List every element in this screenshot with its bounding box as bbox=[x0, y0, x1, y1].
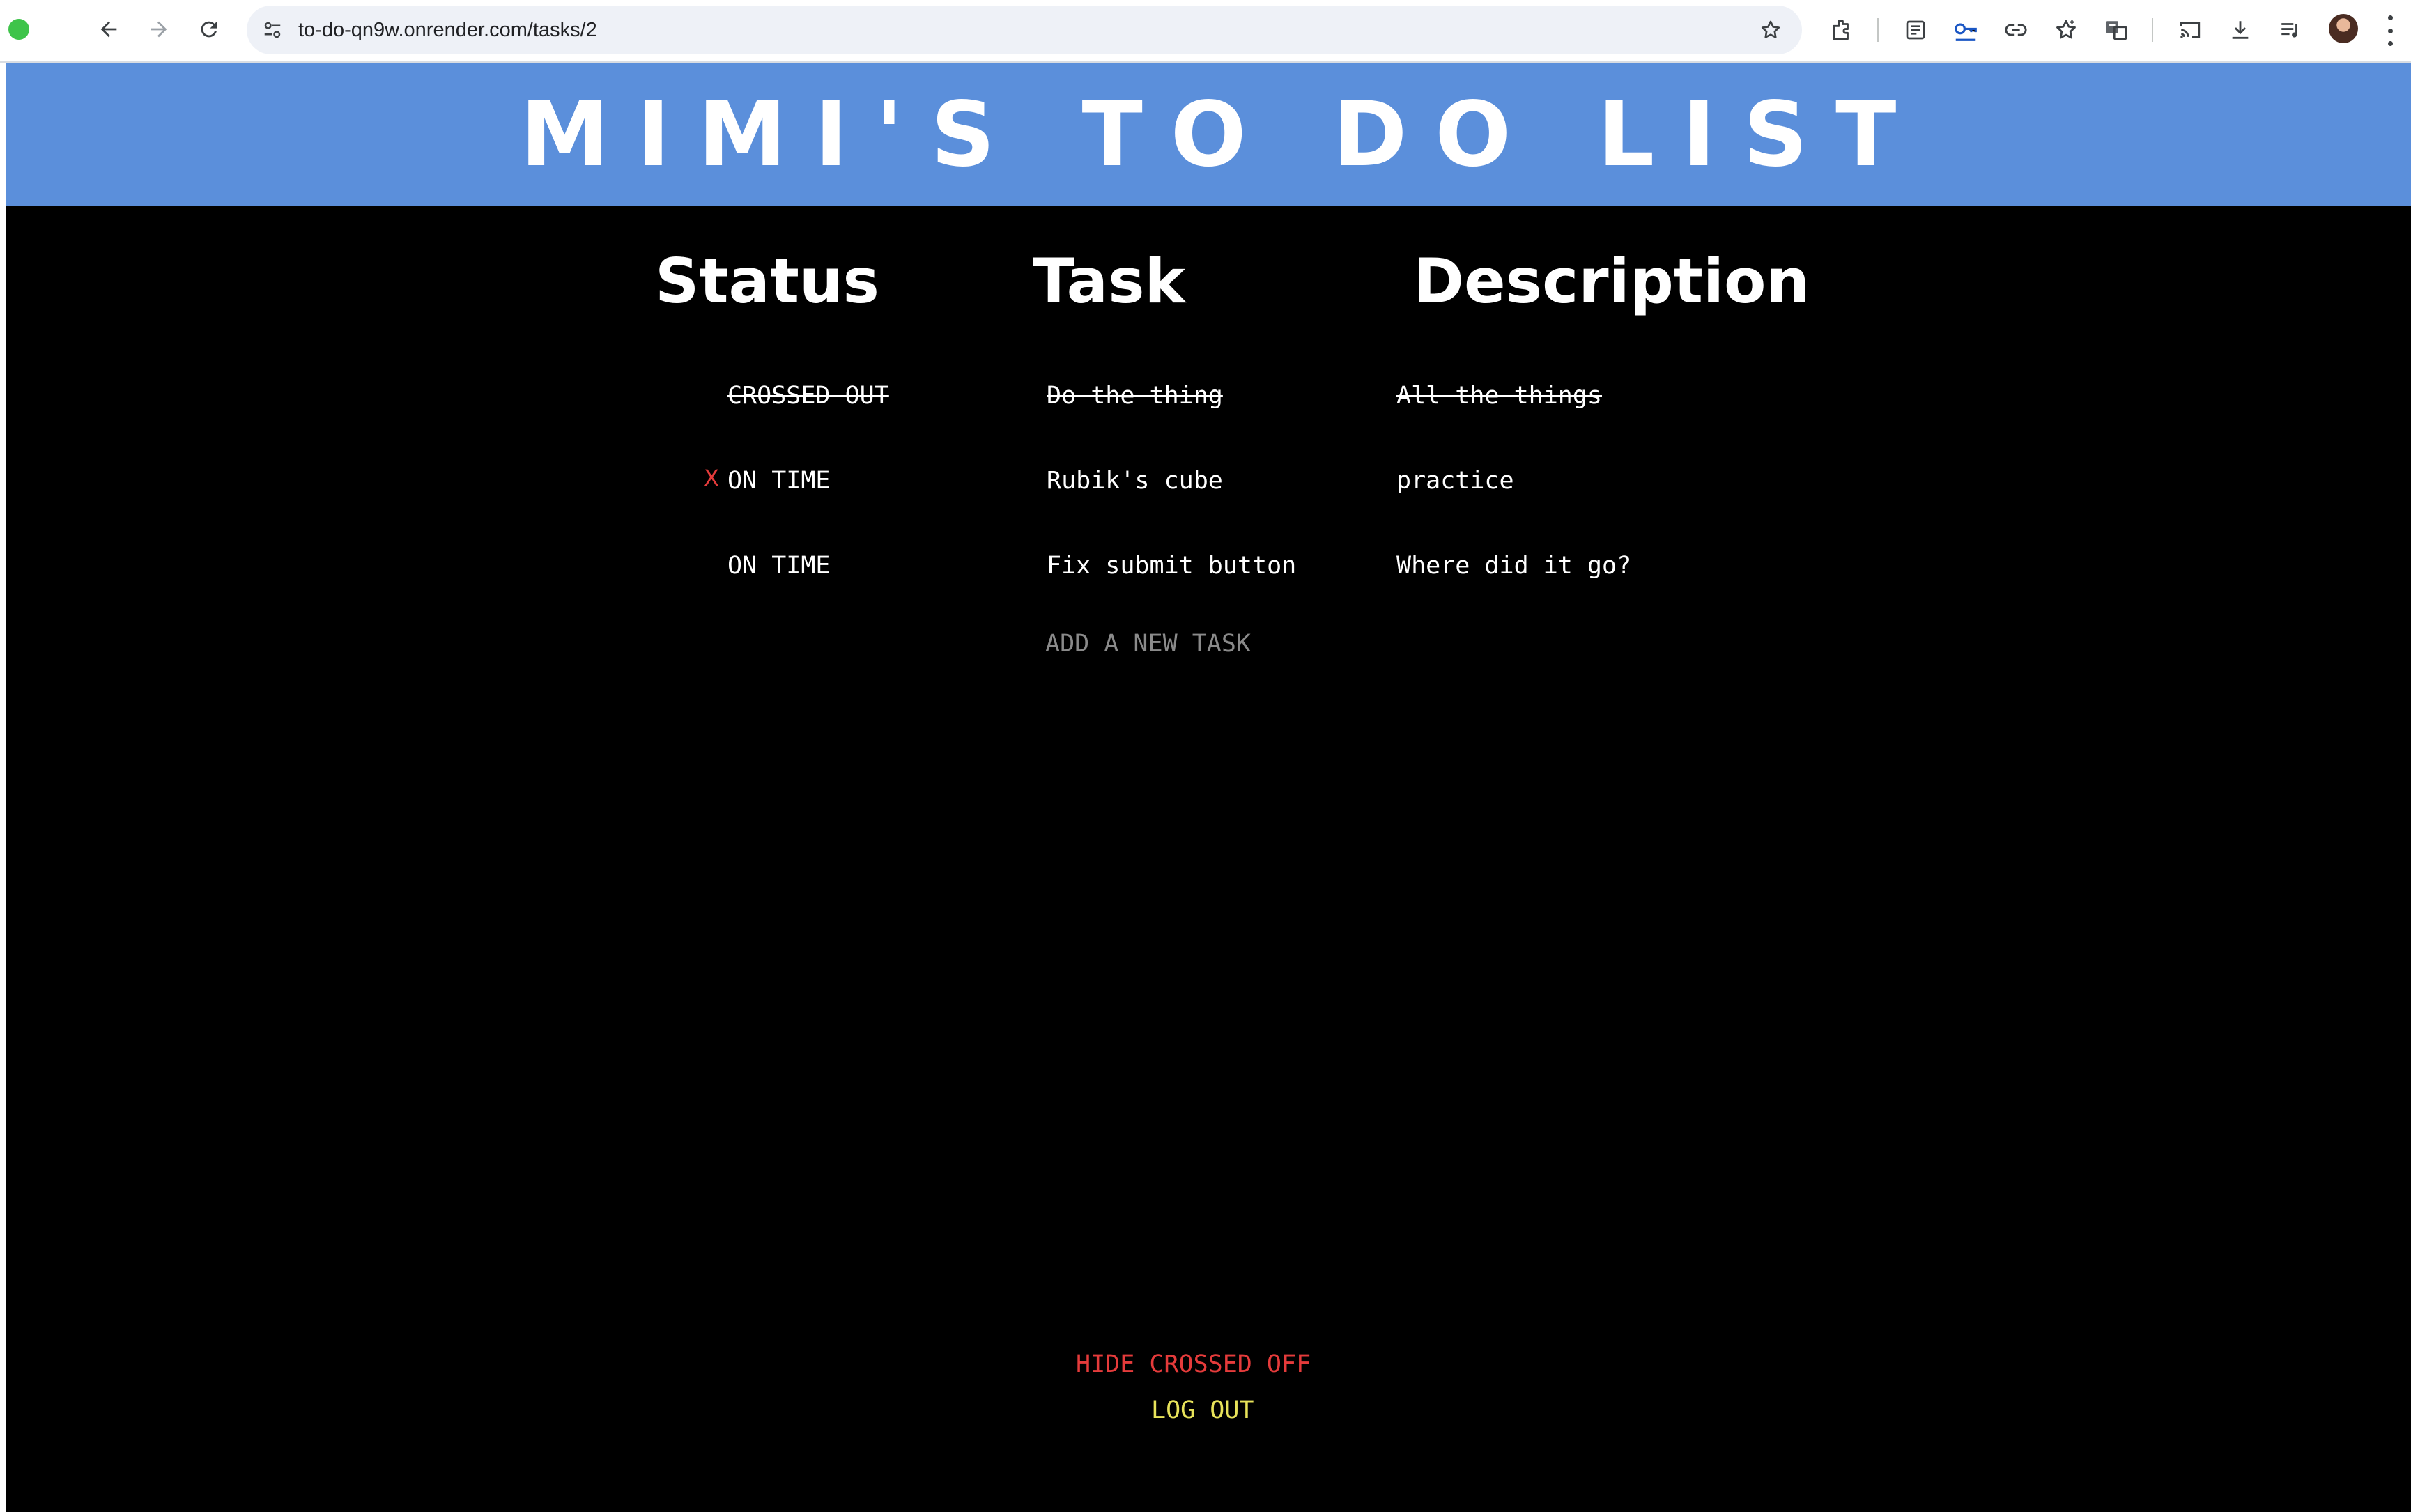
link-icon[interactable] bbox=[2000, 14, 2032, 46]
translate-icon[interactable] bbox=[2100, 14, 2132, 46]
task-description: All the things bbox=[1396, 382, 1603, 410]
arrow-right-icon bbox=[151, 21, 167, 38]
reading-list-icon[interactable] bbox=[1900, 14, 1932, 46]
task-status[interactable]: ON TIME bbox=[727, 550, 831, 581]
download-icon[interactable] bbox=[2224, 14, 2256, 46]
title-banner: MIMI'S TO DO LIST bbox=[6, 63, 2411, 206]
arrow-left-icon bbox=[100, 21, 117, 38]
task-description: Where did it go? bbox=[1396, 552, 1632, 580]
favorites-star-icon[interactable] bbox=[2050, 14, 2082, 46]
extensions-icon[interactable] bbox=[1826, 14, 1858, 46]
url-text[interactable]: to-do-qn9w.onrender.com/tasks/2 bbox=[298, 6, 597, 54]
browser-toolbar: to-do-qn9w.onrender.com/tasks/2 bbox=[0, 0, 2411, 63]
hide-crossed-off-link[interactable]: HIDE CROSSED OFF bbox=[1076, 1350, 1311, 1378]
bookmark-star-icon[interactable] bbox=[1756, 15, 1785, 45]
column-header-task: Task bbox=[1033, 245, 1185, 317]
back-button[interactable] bbox=[89, 10, 128, 49]
task-name[interactable]: Rubik's cube bbox=[1047, 465, 1223, 496]
media-queue-icon[interactable] bbox=[2274, 14, 2306, 46]
delete-task-icon[interactable]: X bbox=[704, 463, 719, 493]
column-header-status: Status bbox=[655, 245, 879, 317]
forward-button[interactable] bbox=[139, 10, 178, 49]
task-status[interactable]: ON TIME bbox=[727, 465, 831, 496]
reload-icon bbox=[201, 21, 217, 38]
page-body: MIMI'S TO DO LIST Status Task Descriptio… bbox=[6, 63, 2411, 1512]
toolbar-divider bbox=[2152, 18, 2153, 42]
cast-icon[interactable] bbox=[2174, 14, 2206, 46]
task-name[interactable]: Fix submit button bbox=[1047, 550, 1296, 581]
log-out-link[interactable]: LOG OUT bbox=[1151, 1396, 1254, 1424]
menu-kebab-icon[interactable] bbox=[2383, 15, 2397, 46]
task-description: practice bbox=[1396, 467, 1514, 495]
profile-avatar[interactable] bbox=[2329, 14, 2358, 43]
reload-button[interactable] bbox=[190, 10, 229, 49]
toolbar-divider bbox=[1877, 18, 1879, 42]
task-status[interactable]: CROSSED OUT bbox=[727, 380, 889, 411]
address-bar[interactable]: to-do-qn9w.onrender.com/tasks/2 bbox=[247, 6, 1802, 54]
password-key-icon[interactable] bbox=[1950, 14, 1982, 46]
window-control-dot[interactable] bbox=[8, 19, 29, 40]
page-title: MIMI'S TO DO LIST bbox=[520, 82, 1925, 187]
site-settings-icon[interactable] bbox=[258, 15, 287, 45]
column-header-description: Description bbox=[1413, 245, 1810, 317]
task-name[interactable]: Do the thing bbox=[1047, 380, 1223, 411]
add-task-link[interactable]: ADD A NEW TASK bbox=[1045, 630, 1251, 658]
